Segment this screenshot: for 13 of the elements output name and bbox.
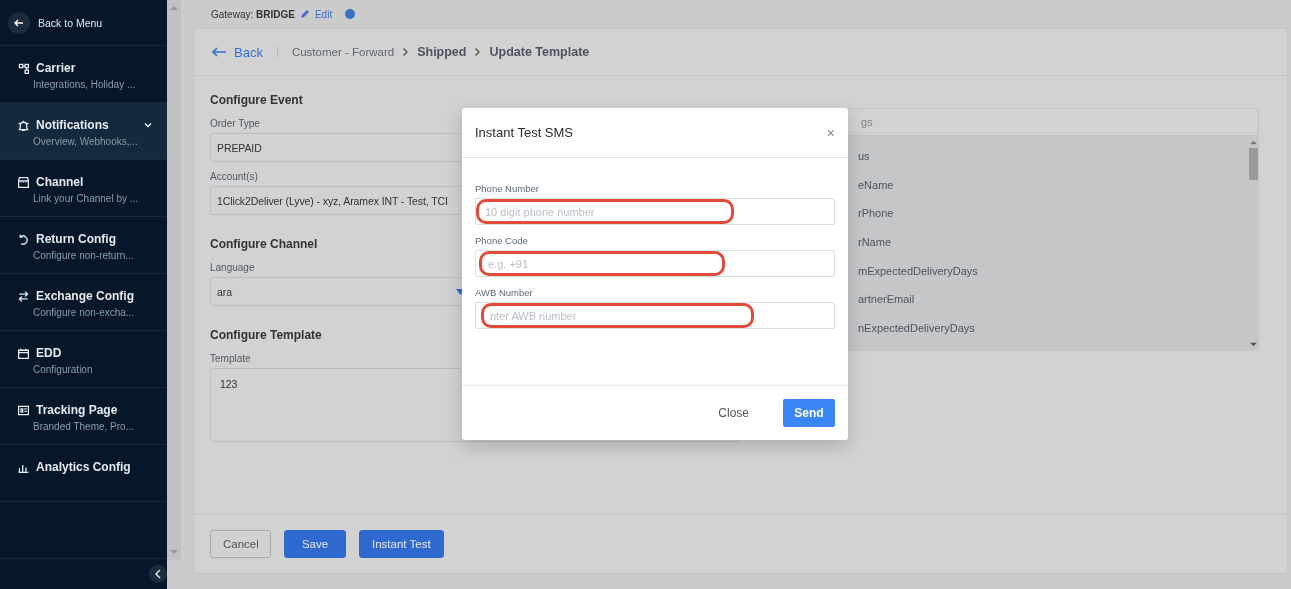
field-label: Phone Number	[475, 183, 540, 194]
section-title: Configure Channel	[210, 237, 318, 251]
field-label: Language	[210, 262, 255, 273]
field-label: Order Type	[210, 118, 260, 129]
field-label: AWB Number	[475, 287, 534, 298]
field-label: Phone Code	[475, 235, 529, 246]
gateway-label: Gateway: BRIDGE	[211, 8, 295, 20]
section-title: Configure Template	[210, 328, 322, 342]
breadcrumb-item: Update Template	[489, 45, 590, 59]
section-title: Configure Event	[210, 93, 303, 107]
field-label: Account(s)	[210, 171, 258, 182]
field-label: Template	[210, 353, 251, 364]
modal-title: Instant Test SMS	[475, 125, 574, 140]
